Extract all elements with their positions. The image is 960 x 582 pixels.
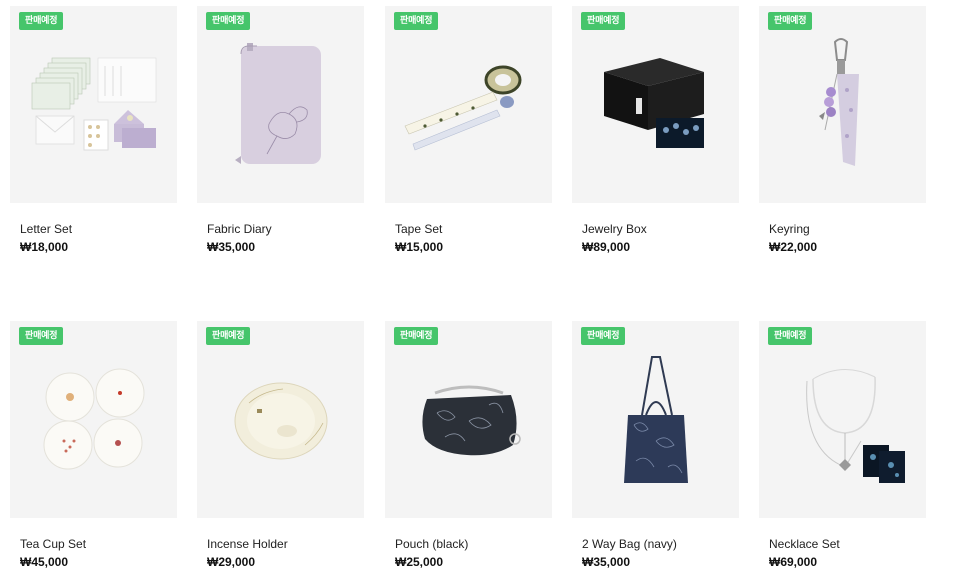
product-thumbnail[interactable]: 판매예정	[197, 321, 364, 518]
product-thumbnail[interactable]: 판매예정	[385, 321, 552, 518]
status-badge: 판매예정	[768, 327, 813, 345]
product-name[interactable]: Fabric Diary	[207, 222, 272, 236]
product-card-2-way-bag-navy[interactable]: 판매예정 2 Way Bag (navy) ₩35,000	[572, 321, 739, 569]
status-badge: 판매예정	[581, 327, 626, 345]
product-thumbnail[interactable]: 판매예정	[197, 6, 364, 203]
product-price: ₩18,000	[20, 240, 69, 254]
tape-set-image	[404, 65, 522, 151]
status-badge: 판매예정	[581, 12, 626, 30]
product-card-tea-cup-set[interactable]: 판매예정 Tea Cup Set ₩45,000	[10, 321, 177, 569]
pouch-image	[422, 385, 521, 456]
tea-cup-set-image	[43, 368, 145, 470]
status-badge: 판매예정	[394, 12, 439, 30]
product-thumbnail[interactable]: 판매예정	[759, 6, 926, 203]
product-card-tape-set[interactable]: 판매예정 Tape Set ₩15,000	[385, 6, 552, 254]
keyring-image	[819, 38, 859, 166]
product-card-fabric-diary[interactable]: 판매예정 Fabric Diary ₩35,000	[197, 6, 364, 254]
necklace-set-image	[806, 368, 905, 483]
product-price: ₩25,000	[395, 555, 444, 569]
product-name[interactable]: Jewelry Box	[582, 222, 647, 236]
status-badge: 판매예정	[19, 327, 64, 345]
product-price: ₩35,000	[207, 240, 256, 254]
fabric-diary-image	[235, 43, 321, 164]
letter-set-image	[31, 57, 157, 151]
product-name[interactable]: Incense Holder	[207, 537, 288, 551]
product-price: ₩45,000	[20, 555, 69, 569]
product-name[interactable]: Tape Set	[395, 222, 442, 236]
product-name[interactable]: Tea Cup Set	[20, 537, 86, 551]
incense-holder-image	[234, 382, 328, 460]
product-card-pouch-black[interactable]: 판매예정 Pouch (black) ₩25,000	[385, 321, 552, 569]
product-card-jewelry-box[interactable]: 판매예정 Jewelry Box ₩89,000	[572, 6, 739, 254]
product-name[interactable]: Keyring	[769, 222, 810, 236]
status-badge: 판매예정	[394, 327, 439, 345]
product-thumbnail[interactable]: 판매예정	[10, 6, 177, 203]
product-thumbnail[interactable]: 판매예정	[385, 6, 552, 203]
product-price: ₩29,000	[207, 555, 256, 569]
product-card-letter-set[interactable]: 판매예정 Letter Set ₩18,000	[10, 6, 177, 254]
status-badge: 판매예정	[206, 327, 251, 345]
product-name[interactable]: Necklace Set	[769, 537, 840, 551]
product-price: ₩35,000	[582, 555, 631, 569]
product-thumbnail[interactable]: 판매예정	[572, 321, 739, 518]
product-name[interactable]: Pouch (black)	[395, 537, 468, 551]
status-badge: 판매예정	[768, 12, 813, 30]
product-thumbnail[interactable]: 판매예정	[10, 321, 177, 518]
status-badge: 판매예정	[19, 12, 64, 30]
product-price: ₩89,000	[582, 240, 631, 254]
product-card-incense-holder[interactable]: 판매예정 Incense Holder ₩29,000	[197, 321, 364, 569]
product-thumbnail[interactable]: 판매예정	[759, 321, 926, 518]
product-price: ₩15,000	[395, 240, 444, 254]
product-price: ₩22,000	[769, 240, 818, 254]
product-thumbnail[interactable]: 판매예정	[572, 6, 739, 203]
status-badge: 판매예정	[206, 12, 251, 30]
product-price: ₩69,000	[769, 555, 818, 569]
product-name[interactable]: Letter Set	[20, 222, 72, 236]
product-card-necklace-set[interactable]: 판매예정 Necklace Set ₩69,000	[759, 321, 926, 569]
jewelry-box-image	[604, 58, 704, 148]
product-card-keyring[interactable]: 판매예정 Keyring ₩22,000	[759, 6, 926, 254]
product-name[interactable]: 2 Way Bag (navy)	[582, 537, 677, 551]
two-way-bag-image	[624, 356, 688, 483]
